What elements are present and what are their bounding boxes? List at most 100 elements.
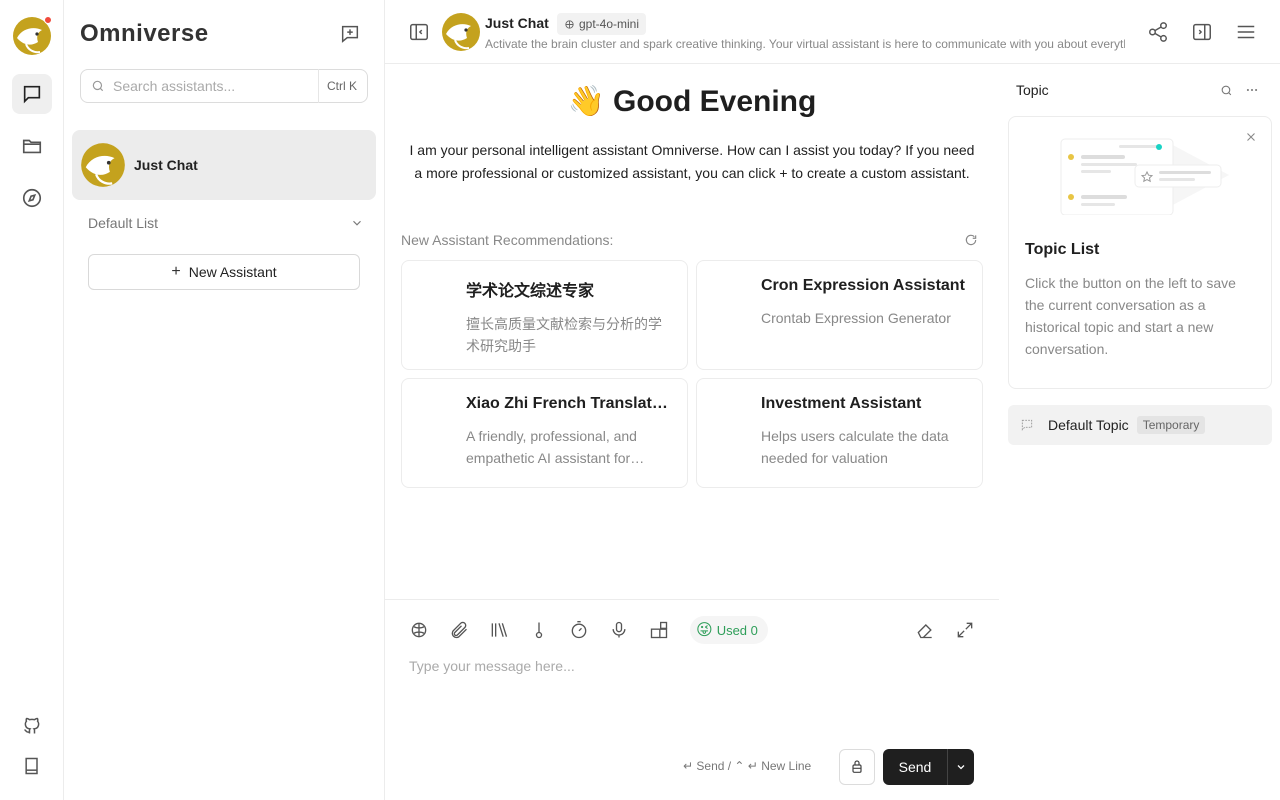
plus-icon: + xyxy=(171,263,181,280)
plugins-button[interactable] xyxy=(647,618,671,642)
toggle-topic-panel-button[interactable] xyxy=(1188,18,1216,46)
search-icon xyxy=(1221,85,1231,95)
header-title: Just Chat xyxy=(485,15,549,31)
send-hint: ↵ Send / ⌃ ↵ New Line xyxy=(683,759,811,773)
topic-more-button[interactable] xyxy=(1242,80,1262,100)
hint-newline: ⌃ ↵ New Line xyxy=(734,759,812,773)
search-input[interactable] xyxy=(113,78,318,94)
new-assistant-button[interactable]: + New Assistant xyxy=(88,254,360,290)
settings-menu-button[interactable] xyxy=(1232,18,1260,46)
group-default-list[interactable]: Default List xyxy=(88,212,364,234)
thermometer-icon xyxy=(535,622,543,639)
new-assistant-label: New Assistant xyxy=(188,264,277,280)
new-chat-button[interactable] xyxy=(336,20,364,48)
upload-button[interactable] xyxy=(447,618,471,642)
folder-icon xyxy=(22,139,42,154)
voice-input-button[interactable] xyxy=(607,618,631,642)
recommend-card[interactable]: Cron Expression Assistant Crontab Expres… xyxy=(696,260,983,370)
message-input[interactable] xyxy=(409,658,979,738)
topic-list-description: Click the button on the left to save the… xyxy=(1025,275,1236,357)
discover-nav-button[interactable] xyxy=(12,178,52,218)
card-title: Cron Expression Assistant xyxy=(761,277,965,294)
message-composer: 😜 Used 0 ↵ Send / ⌃ ↵ New Line Send xyxy=(385,599,999,800)
brain-icon xyxy=(411,622,427,638)
refresh-recommendations-button[interactable] xyxy=(961,230,981,250)
openai-icon xyxy=(565,19,574,29)
token-usage-pill[interactable]: 😜 Used 0 xyxy=(690,616,768,644)
assistant-panel: Omniverse Ctrl K Just Chat Default List … xyxy=(64,0,385,800)
usage-label: Used 0 xyxy=(716,622,758,638)
topic-list-title: Topic List xyxy=(1025,241,1100,258)
card-title: 学术论文综述专家 xyxy=(466,283,595,300)
expand-button[interactable] xyxy=(953,618,977,642)
send-button-group: Send xyxy=(883,749,974,785)
topic-item[interactable]: Default Topic Temporary xyxy=(1008,405,1272,445)
toggle-sidebar-button[interactable] xyxy=(405,18,433,46)
header-avatar[interactable] xyxy=(441,12,481,52)
user-avatar[interactable] xyxy=(12,16,52,56)
header-description: Activate the brain cluster and spark cre… xyxy=(485,37,1125,51)
close-guide-button[interactable] xyxy=(1243,129,1259,145)
share-button[interactable] xyxy=(1144,18,1172,46)
plugin-icon xyxy=(650,621,668,639)
files-nav-button[interactable] xyxy=(12,126,52,166)
model-tag[interactable]: gpt-4o-mini xyxy=(557,13,647,35)
assistant-item-just-chat[interactable]: Just Chat xyxy=(72,130,376,200)
send-dropdown-button[interactable] xyxy=(947,749,974,785)
topic-tag: Temporary xyxy=(1136,416,1206,434)
refresh-icon xyxy=(965,234,977,246)
send-options-button[interactable] xyxy=(839,749,875,785)
intro-text: I am your personal intelligent assistant… xyxy=(409,142,975,181)
recommend-card[interactable]: Investment Assistant Helps users calcula… xyxy=(696,378,983,488)
search-icon xyxy=(92,80,104,92)
assistant-search[interactable]: Ctrl K xyxy=(80,69,368,103)
model-select-button[interactable] xyxy=(407,618,431,642)
recommend-label: New Assistant Recommendations: xyxy=(401,232,614,248)
notification-badge xyxy=(44,16,52,24)
panel-right-icon xyxy=(1193,23,1211,41)
topic-search-button[interactable] xyxy=(1216,80,1236,100)
card-desc: Crontab Expression Generator xyxy=(761,310,951,326)
history-limit-button[interactable] xyxy=(567,618,591,642)
expand-icon xyxy=(957,622,973,638)
brand-title: Omniverse xyxy=(80,20,209,47)
topic-illustration-icon xyxy=(1060,138,1229,215)
sidebar-toggle-icon xyxy=(410,23,428,41)
card-desc: Helps users calculate the data needed fo… xyxy=(761,428,949,466)
hint-send: ↵ Send / xyxy=(683,759,735,773)
knowledge-base-button[interactable] xyxy=(487,618,511,642)
chat-main: 👋 Good Evening I am your personal intelli… xyxy=(385,64,999,599)
recommend-card[interactable]: Xiao Zhi French Translation Assistant A … xyxy=(401,378,688,488)
chat-nav-button[interactable] xyxy=(12,74,52,114)
group-label: Default List xyxy=(88,215,159,231)
topic-list-guide: Topic List Click the button on the left … xyxy=(1008,116,1272,389)
topic-name: Default Topic xyxy=(1048,417,1129,433)
chat-icon xyxy=(23,85,41,104)
more-icon xyxy=(1246,88,1258,92)
topic-panel: Topic Topic List Click the button on the… xyxy=(1000,64,1280,800)
search-shortcut: Ctrl K xyxy=(318,69,357,103)
temperature-button[interactable] xyxy=(527,618,551,642)
eraser-icon xyxy=(917,624,932,639)
wave-emoji: 👋 xyxy=(567,85,605,118)
clear-button[interactable] xyxy=(913,618,937,642)
send-button[interactable]: Send xyxy=(883,749,947,785)
card-desc: 擅长高质量文献检索与分析的学术研究助手 xyxy=(466,316,662,354)
chevron-down-icon xyxy=(353,220,361,226)
chat-header: Just Chat gpt-4o-mini Activate the brain… xyxy=(385,0,1280,64)
assistant-name: Just Chat xyxy=(134,157,198,173)
greeting-text: Good Evening xyxy=(613,85,817,118)
github-button[interactable] xyxy=(12,706,52,746)
greeting: 👋 Good Evening xyxy=(385,84,999,119)
add-topic-icon xyxy=(341,25,359,43)
topic-icon xyxy=(1021,419,1033,431)
close-icon xyxy=(1247,133,1255,141)
card-desc: A friendly, professional, and empathetic… xyxy=(466,428,637,466)
menu-icon xyxy=(1237,25,1255,39)
recommend-card[interactable]: 学术论文综述专家 擅长高质量文献检索与分析的学术研究助手 xyxy=(401,260,688,370)
share-icon xyxy=(1149,22,1167,42)
card-title: Xiao Zhi French Translation Assistant xyxy=(466,395,671,412)
docs-button[interactable] xyxy=(12,746,52,786)
book-icon xyxy=(25,757,38,775)
chevron-down-icon xyxy=(957,765,965,770)
